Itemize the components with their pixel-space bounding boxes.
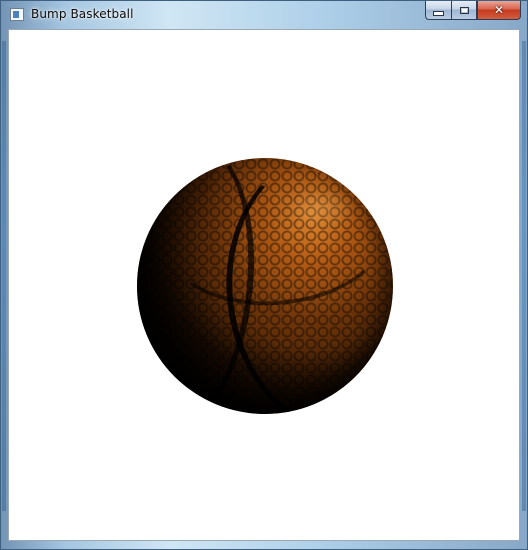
sphere-shading [137, 158, 393, 414]
minimize-icon [433, 10, 444, 16]
basketball-sphere [137, 158, 393, 414]
maximize-button[interactable] [451, 1, 477, 20]
close-icon: ✕ [493, 3, 505, 17]
app-window: Bump Basketball ✕ [0, 0, 528, 550]
app-window-icon[interactable] [10, 8, 24, 21]
basketball-render [137, 158, 393, 414]
window-frame-right [522, 41, 526, 511]
window-title: Bump Basketball [31, 7, 134, 21]
maximize-icon [459, 6, 469, 14]
window-frame-left [2, 41, 6, 511]
caption-buttons: ✕ [425, 1, 521, 21]
close-button[interactable]: ✕ [477, 1, 521, 20]
title-bar[interactable]: Bump Basketball ✕ [1, 1, 527, 29]
minimize-button[interactable] [425, 1, 451, 20]
render-canvas[interactable] [8, 29, 520, 541]
